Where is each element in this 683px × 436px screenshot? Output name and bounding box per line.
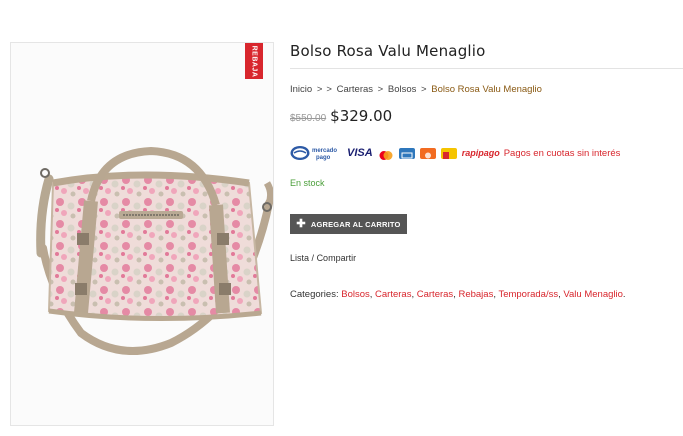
add-to-cart-label: AGREGAR AL CARRITO [310, 219, 401, 229]
sale-badge-label: REBAJA [250, 45, 258, 77]
breadcrumb-carteras[interactable]: Carteras [337, 84, 373, 95]
category-link-bolsos[interactable]: Bolsos [341, 289, 370, 300]
cabal-card-icon [440, 147, 457, 159]
amex-icon [398, 147, 415, 159]
sale-badge: REBAJA [245, 43, 263, 79]
category-link-carteras[interactable]: Carteras [375, 289, 411, 300]
old-price: $550.00 [290, 113, 327, 124]
price-row: $550.00 $329.00 [290, 107, 392, 125]
breadcrumb-separator: > [377, 84, 384, 95]
category-link-temporada[interactable]: Temporada/ss [498, 289, 558, 300]
add-to-cart-button[interactable]: ✚ AGREGAR AL CARRITO [290, 214, 407, 234]
mercadopago-logo: mercado pago [290, 144, 342, 162]
mercadopago-line1: mercado [312, 148, 337, 154]
wishlist-share: Lista / Compartir [290, 253, 356, 263]
product-image-frame[interactable]: REBAJA [10, 42, 274, 426]
category-link-carteras-2[interactable]: Carteras [417, 289, 453, 300]
title-divider [290, 68, 683, 69]
breadcrumb: Inicio > > Carteras > Bolsos > Bolso Rosa… [290, 84, 542, 95]
product-categories: Categories: Bolsos, Carteras, Carteras, … [290, 289, 626, 300]
share-separator: / [311, 253, 315, 263]
category-link-rebajas[interactable]: Rebajas [458, 289, 493, 300]
categories-label: Categories: [290, 289, 339, 300]
breadcrumb-current: Bolso Rosa Valu Menaglio [431, 84, 542, 95]
naranja-card-icon [419, 147, 436, 159]
sale-price: $329.00 [330, 107, 393, 125]
breadcrumb-bolsos[interactable]: Bolsos [388, 84, 417, 95]
installments-text: Pagos en cuotas sin interés [503, 147, 621, 159]
category-link-valu-menaglio[interactable]: Valu Menaglio [563, 289, 623, 300]
breadcrumb-separator: > [421, 84, 427, 95]
plus-icon: ✚ [296, 217, 306, 230]
breadcrumb-separator: > [326, 84, 332, 95]
share-link[interactable]: Compartir [317, 253, 357, 263]
product-image [36, 146, 273, 355]
rapipago-logo: rapipago [461, 148, 500, 158]
breadcrumb-separator: > [316, 84, 323, 95]
stock-status: En stock [290, 178, 325, 188]
mastercard-icon [377, 147, 394, 160]
visa-logo: VISA [347, 147, 373, 159]
wishlist-link[interactable]: Lista [290, 253, 309, 263]
payment-methods: mercado pago VISA rapipago Pagos en cuot… [290, 144, 620, 162]
mercadopago-line2: pago [316, 155, 331, 161]
breadcrumb-home[interactable]: Inicio [290, 84, 312, 95]
product-title: Bolso Rosa Valu Menaglio [290, 42, 486, 60]
